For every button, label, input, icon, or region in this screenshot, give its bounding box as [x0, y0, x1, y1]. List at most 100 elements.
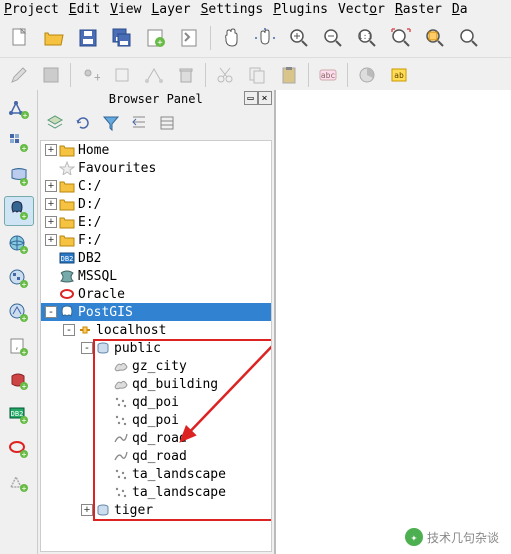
- label-button[interactable]: abc: [313, 61, 343, 89]
- zoom-out-button[interactable]: [317, 22, 349, 54]
- menu-bar: Project Edit View Layer Settings Plugins Vecto…: [0, 0, 511, 19]
- menu-settings[interactable]: Settings: [201, 2, 264, 17]
- filter-button[interactable]: [100, 112, 122, 134]
- menu-view[interactable]: View: [110, 2, 141, 17]
- menu-project[interactable]: Project: [4, 2, 59, 17]
- tree-node-e[interactable]: +E:/: [41, 213, 271, 231]
- panel-close-button[interactable]: ×: [258, 91, 272, 105]
- add-oracle-button[interactable]: +: [4, 434, 34, 464]
- zoom-layer-button[interactable]: [453, 22, 485, 54]
- tree-node-localhost[interactable]: - localhost: [41, 321, 271, 339]
- svg-text:DB2: DB2: [61, 255, 74, 263]
- point-icon: [113, 467, 129, 481]
- menu-plugins[interactable]: Plugins: [273, 2, 328, 17]
- new-print-composer-button[interactable]: +: [140, 22, 172, 54]
- expand-icon[interactable]: +: [45, 180, 57, 192]
- add-wms-button[interactable]: +: [4, 230, 34, 260]
- pan-button[interactable]: [215, 22, 247, 54]
- add-postgis-button[interactable]: +: [4, 196, 34, 226]
- expand-icon[interactable]: +: [45, 216, 57, 228]
- edit-button[interactable]: [4, 61, 34, 89]
- folder-icon: [59, 197, 75, 211]
- add-mssql-button[interactable]: +: [4, 366, 34, 396]
- add-db2-button[interactable]: DB2+: [4, 400, 34, 430]
- tree-node-ta_landscape[interactable]: ta_landscape: [41, 483, 271, 501]
- expand-icon[interactable]: +: [45, 234, 57, 246]
- add-csv-button[interactable]: ,+: [4, 332, 34, 362]
- collapse-all-button[interactable]: [128, 112, 150, 134]
- tree-node-db2[interactable]: DB2DB2: [41, 249, 271, 267]
- menu-edit[interactable]: Edit: [69, 2, 100, 17]
- menu-layer[interactable]: Layer: [151, 2, 190, 17]
- tree-node-home[interactable]: +Home: [41, 141, 271, 159]
- open-project-button[interactable]: [38, 22, 70, 54]
- pan-selection-button[interactable]: [249, 22, 281, 54]
- highlight-button[interactable]: ab: [384, 61, 414, 89]
- tree-node-oracle[interactable]: Oracle: [41, 285, 271, 303]
- add-wfs-button[interactable]: +: [4, 298, 34, 328]
- add-virtual-button[interactable]: +: [4, 468, 34, 498]
- tree-node-qd_poi[interactable]: qd_poi: [41, 411, 271, 429]
- tree-node-tiger[interactable]: +tiger: [41, 501, 271, 519]
- cut-button[interactable]: [210, 61, 240, 89]
- folder-open-icon: [43, 27, 65, 49]
- menu-vector[interactable]: Vector: [338, 2, 385, 17]
- line-icon: [113, 449, 129, 463]
- star-icon: [59, 161, 75, 175]
- wms-icon: +: [8, 234, 30, 256]
- tree-node-c[interactable]: +C:/: [41, 177, 271, 195]
- browser-tree[interactable]: +HomeFavourites+C:/+D:/+E:/+F:/DB2DB2MSS…: [40, 140, 272, 552]
- tree-node-public[interactable]: -public: [41, 339, 271, 357]
- tree-node-f[interactable]: +F:/: [41, 231, 271, 249]
- expand-icon[interactable]: +: [45, 144, 57, 156]
- paste-button[interactable]: [274, 61, 304, 89]
- pie-button[interactable]: [352, 61, 382, 89]
- tree-node-gz_city[interactable]: gz_city: [41, 357, 271, 375]
- menu-raster[interactable]: Raster: [395, 2, 442, 17]
- move-feature-button[interactable]: [107, 61, 137, 89]
- tree-node-qd_poi[interactable]: qd_poi: [41, 393, 271, 411]
- add-feature-button[interactable]: +: [75, 61, 105, 89]
- zoom-native-button[interactable]: 1:1: [351, 22, 383, 54]
- left-tool-strip: + + + + + + + ,+ + DB2+ + +: [0, 90, 38, 554]
- save-project-button[interactable]: [72, 22, 104, 54]
- add-vector-button[interactable]: +: [4, 94, 34, 124]
- add-layer-button[interactable]: [44, 112, 66, 134]
- save-as-button[interactable]: [106, 22, 138, 54]
- pie-icon: [357, 65, 377, 85]
- tree-node-mssql[interactable]: MSSQL: [41, 267, 271, 285]
- collapse-icon[interactable]: -: [81, 342, 93, 354]
- map-canvas[interactable]: [276, 90, 511, 554]
- raster-layer-icon: +: [8, 132, 30, 154]
- tree-node-postgis[interactable]: -PostGIS: [41, 303, 271, 321]
- panel-dock-button[interactable]: ▭: [244, 91, 258, 105]
- menu-da[interactable]: Da: [452, 2, 468, 17]
- tree-node-qd_road[interactable]: qd_road: [41, 429, 271, 447]
- tree-node-qd_road[interactable]: qd_road: [41, 447, 271, 465]
- tree-node-d[interactable]: +D:/: [41, 195, 271, 213]
- hand-arrows-icon: [254, 27, 276, 49]
- add-raster-button[interactable]: +: [4, 128, 34, 158]
- tree-node-label: localhost: [96, 323, 166, 338]
- add-wcs-button[interactable]: +: [4, 264, 34, 294]
- save-edits-button[interactable]: [36, 61, 66, 89]
- refresh-button[interactable]: [72, 112, 94, 134]
- tree-node-qd_building[interactable]: qd_building: [41, 375, 271, 393]
- zoom-full-button[interactable]: [385, 22, 417, 54]
- main-toolbar: + 1:1: [0, 19, 511, 58]
- node-tool-button[interactable]: [139, 61, 169, 89]
- collapse-icon[interactable]: -: [45, 306, 57, 318]
- expand-icon[interactable]: +: [45, 198, 57, 210]
- expand-icon[interactable]: +: [81, 504, 93, 516]
- add-spatialite-button[interactable]: +: [4, 162, 34, 192]
- tree-node-favourites[interactable]: Favourites: [41, 159, 271, 177]
- tree-node-ta_landscape[interactable]: ta_landscape: [41, 465, 271, 483]
- zoom-selection-button[interactable]: [419, 22, 451, 54]
- copy-button[interactable]: [242, 61, 272, 89]
- zoom-in-button[interactable]: [283, 22, 315, 54]
- composer-manager-button[interactable]: [174, 22, 206, 54]
- properties-button[interactable]: [156, 112, 178, 134]
- new-project-button[interactable]: [4, 22, 36, 54]
- delete-selected-button[interactable]: [171, 61, 201, 89]
- collapse-icon[interactable]: -: [63, 324, 75, 336]
